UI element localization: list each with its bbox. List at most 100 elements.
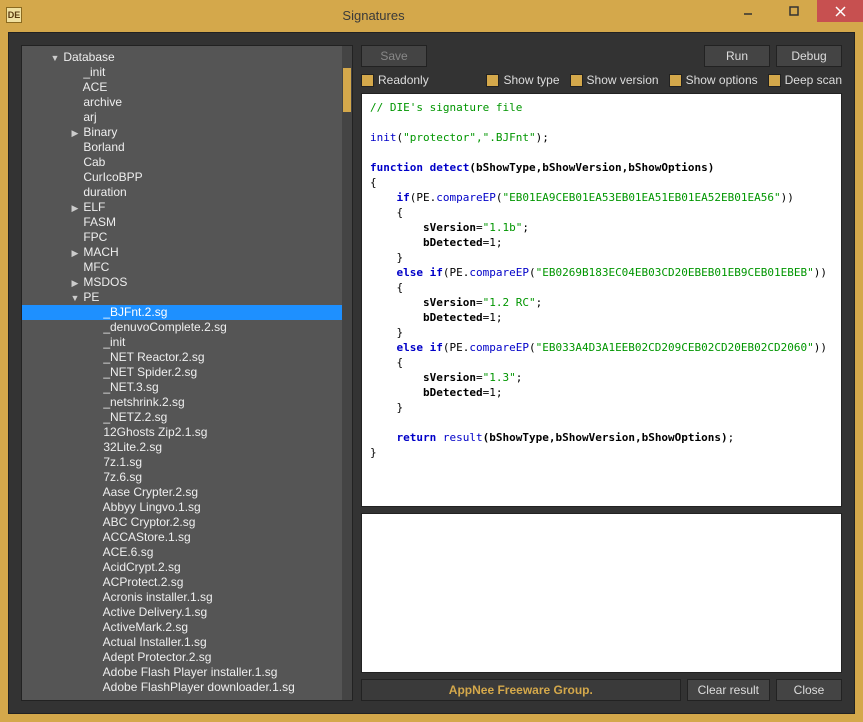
tree-item-label: _NET Spider.2.sg (100, 365, 197, 379)
tree-item-label: 12Ghosts Zip2.1.sg (100, 425, 207, 439)
tree-item-label: 32Lite.2.sg (100, 440, 162, 454)
tree-item[interactable]: Active Delivery.1.sg (22, 605, 342, 620)
tree-item[interactable]: ACE.6.sg (22, 545, 342, 560)
run-button[interactable]: Run (704, 45, 770, 67)
tree-item[interactable]: Adobe Flash Player installer.1.sg (22, 665, 342, 680)
tree-item[interactable]: Abbyy Lingvo.1.sg (22, 500, 342, 515)
show-type-checkbox[interactable]: Show type (486, 73, 559, 87)
chevron-down-icon: ▼ (50, 51, 60, 66)
maximize-button[interactable] (771, 0, 817, 22)
tree-item[interactable]: ▼ PE (22, 290, 342, 305)
debug-button[interactable]: Debug (776, 45, 842, 67)
tree-item-label: 7z.1.sg (100, 455, 142, 469)
tree-item[interactable]: Borland (22, 140, 342, 155)
chevron-right-icon: ▶ (70, 246, 80, 261)
checkbox-icon (570, 74, 583, 87)
tree-item-label: Binary (80, 125, 117, 139)
chevron-right-icon: ▶ (70, 126, 80, 141)
tree-item[interactable]: ACE (22, 80, 342, 95)
tree-item[interactable]: _NET Spider.2.sg (22, 365, 342, 380)
tree-item[interactable]: _netshrink.2.sg (22, 395, 342, 410)
checkbox-icon (669, 74, 682, 87)
tree-item[interactable]: 12Ghosts Zip2.1.sg (22, 425, 342, 440)
tree-item-label: MFC (80, 260, 109, 274)
tree-item-label: ABC Cryptor.2.sg (100, 515, 195, 529)
tree-item[interactable]: archive (22, 95, 342, 110)
tree-item[interactable]: Aase Crypter.2.sg (22, 485, 342, 500)
minimize-icon (743, 6, 753, 16)
tree-item-label: archive (80, 95, 122, 109)
chevron-down-icon: ▼ (70, 291, 80, 306)
tree-item[interactable]: FASM (22, 215, 342, 230)
show-version-checkbox[interactable]: Show version (570, 73, 659, 87)
tree-item-selected[interactable]: _BJFnt.2.sg (22, 305, 342, 320)
tree-item[interactable]: Cab (22, 155, 342, 170)
tree-item[interactable]: Adobe FlashPlayer downloader.1.sg (22, 680, 342, 695)
tree-item-label: ELF (80, 200, 105, 214)
save-button[interactable]: Save (361, 45, 427, 67)
scrollbar-thumb[interactable] (343, 68, 351, 112)
code-editor[interactable]: // DIE's signature file init("protector"… (361, 93, 842, 507)
tree-item-label: FPC (80, 230, 107, 244)
tree-item-label: arj (80, 110, 97, 124)
tree-item[interactable]: ABC Cryptor.2.sg (22, 515, 342, 530)
tree-item[interactable]: Actual Installer.1.sg (22, 635, 342, 650)
tree-item[interactable]: duration (22, 185, 342, 200)
close-icon (835, 6, 846, 17)
tree-item[interactable]: MFC (22, 260, 342, 275)
show-options-checkbox[interactable]: Show options (669, 73, 758, 87)
tree-item[interactable]: ▼ Database (22, 50, 342, 65)
tree-item-label: duration (80, 185, 127, 199)
tree-item[interactable]: AcidCrypt.2.sg (22, 560, 342, 575)
tree-item[interactable]: ▶ ELF (22, 200, 342, 215)
output-pane[interactable] (361, 513, 842, 673)
tree-item-label: _netshrink.2.sg (100, 395, 185, 409)
tree-item[interactable]: CurIcoBPP (22, 170, 342, 185)
tree-item[interactable]: ▶ Binary (22, 125, 342, 140)
tree-item-label: FASM (80, 215, 116, 229)
tree-item-label: _BJFnt.2.sg (100, 305, 167, 319)
tree-item-label: MACH (80, 245, 119, 259)
tree-item[interactable]: ACProtect.2.sg (22, 575, 342, 590)
window-title: Signatures (22, 8, 725, 23)
tree-item[interactable]: _NETZ.2.sg (22, 410, 342, 425)
tree-item-label: _init (100, 335, 125, 349)
tree-item-label: 7z.6.sg (100, 470, 142, 484)
tree-item[interactable]: 7z.6.sg (22, 470, 342, 485)
tree-item[interactable]: ActiveMark.2.sg (22, 620, 342, 635)
tree-item[interactable]: _NET.3.sg (22, 380, 342, 395)
tree-item-label: ACE.6.sg (100, 545, 153, 559)
tree-item[interactable]: arj (22, 110, 342, 125)
checkbox-icon (361, 74, 374, 87)
tree-item-label: Active Delivery.1.sg (100, 605, 207, 619)
tree-item-label: Aase Crypter.2.sg (100, 485, 198, 499)
database-tree[interactable]: ▼ Database _init ACE archive arj▶ Binary… (21, 45, 353, 701)
window-close-button[interactable] (817, 0, 863, 22)
tree-item[interactable]: Acronis installer.1.sg (22, 590, 342, 605)
tree-item-label: AcidCrypt.2.sg (100, 560, 181, 574)
tree-item-label: ACCAStore.1.sg (100, 530, 191, 544)
tree-item-label: _NETZ.2.sg (100, 410, 167, 424)
readonly-label: Readonly (378, 73, 429, 87)
tree-item[interactable]: _init (22, 65, 342, 80)
titlebar[interactable]: DE Signatures (0, 0, 863, 30)
minimize-button[interactable] (725, 0, 771, 22)
tree-item[interactable]: FPC (22, 230, 342, 245)
tree-item[interactable]: _init (22, 335, 342, 350)
tree-item[interactable]: ▶ MSDOS (22, 275, 342, 290)
tree-item[interactable]: 32Lite.2.sg (22, 440, 342, 455)
deep-scan-checkbox[interactable]: Deep scan (768, 73, 842, 87)
tree-item[interactable]: _NET Reactor.2.sg (22, 350, 342, 365)
tree-item[interactable]: _denuvoComplete.2.sg (22, 320, 342, 335)
tree-item-label: Actual Installer.1.sg (100, 635, 207, 649)
clear-result-button[interactable]: Clear result (687, 679, 770, 701)
tree-item[interactable]: ▶ MACH (22, 245, 342, 260)
tree-item[interactable]: 7z.1.sg (22, 455, 342, 470)
tree-scrollbar[interactable] (342, 46, 352, 700)
tree-item-label: Acronis installer.1.sg (100, 590, 213, 604)
close-button[interactable]: Close (776, 679, 842, 701)
tree-item[interactable]: Adept Protector.2.sg (22, 650, 342, 665)
readonly-checkbox[interactable]: Readonly (361, 73, 429, 87)
tree-item[interactable]: ACCAStore.1.sg (22, 530, 342, 545)
content-area: ▼ Database _init ACE archive arj▶ Binary… (8, 32, 855, 714)
